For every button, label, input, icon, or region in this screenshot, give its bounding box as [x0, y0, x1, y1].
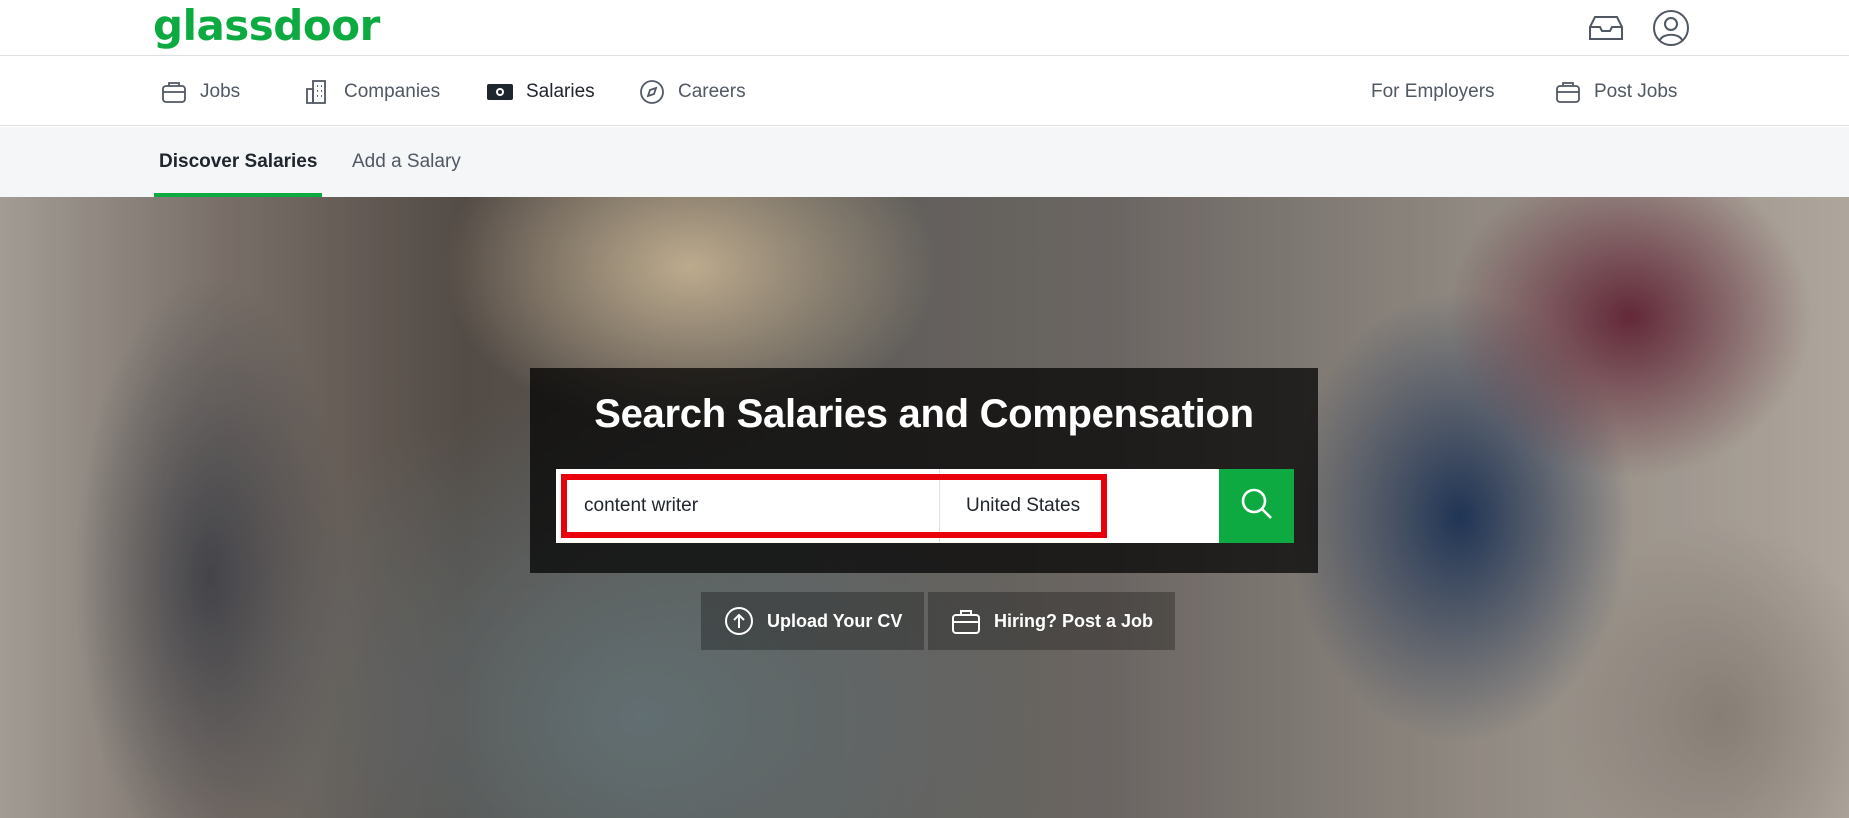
sub-nav: Discover Salaries Add a Salary	[0, 127, 1849, 197]
post-a-job-button[interactable]: Hiring? Post a Job	[928, 592, 1176, 650]
post-a-job-label: Hiring? Post a Job	[994, 610, 1154, 631]
top-bar: glassdoor	[0, 0, 1849, 56]
search-icon	[1240, 487, 1274, 526]
account-icon[interactable]	[1651, 8, 1691, 48]
tab-discover-salaries[interactable]: Discover Salaries	[153, 127, 323, 197]
hero-banner: Search Salaries and Compensation content…	[0, 197, 1849, 818]
money-icon	[486, 78, 514, 106]
compass-icon	[638, 78, 666, 106]
nav-item-label: For Employers	[1371, 80, 1495, 102]
nav-item-companies[interactable]: Companies	[304, 57, 440, 126]
search-button[interactable]	[1219, 469, 1294, 543]
nav-item-label: Post Jobs	[1594, 80, 1678, 102]
briefcase-icon	[950, 605, 982, 637]
inbox-icon[interactable]	[1586, 8, 1626, 48]
location-input[interactable]: United States	[940, 469, 1222, 543]
search-panel: Search Salaries and Compensation content…	[530, 368, 1318, 573]
upload-cv-label: Upload Your CV	[767, 610, 903, 631]
building-icon	[304, 78, 332, 106]
nav-item-salaries[interactable]: Salaries	[486, 57, 595, 126]
nav-item-for-employers[interactable]: For Employers	[1371, 57, 1495, 126]
nav-item-label: Careers	[678, 80, 746, 102]
nav-item-careers[interactable]: Careers	[638, 57, 746, 126]
upload-icon	[723, 605, 755, 637]
nav-item-label: Companies	[344, 80, 441, 102]
nav-item-post-jobs[interactable]: Post Jobs	[1554, 57, 1677, 126]
main-nav: Jobs Companies Salaries Careers For Empl…	[0, 57, 1849, 126]
nav-item-label: Salaries	[526, 80, 595, 102]
briefcase-icon	[1554, 78, 1582, 106]
nav-item-jobs[interactable]: Jobs	[160, 57, 240, 126]
tab-add-a-salary[interactable]: Add a Salary	[352, 127, 461, 197]
hero-title: Search Salaries and Compensation	[594, 392, 1254, 436]
glassdoor-logo[interactable]: glassdoor	[153, 2, 380, 50]
nav-item-label: Jobs	[200, 80, 241, 102]
upload-cv-button[interactable]: Upload Your CV	[701, 592, 925, 650]
job-title-input[interactable]: content writer	[556, 469, 940, 543]
briefcase-icon	[160, 78, 188, 106]
